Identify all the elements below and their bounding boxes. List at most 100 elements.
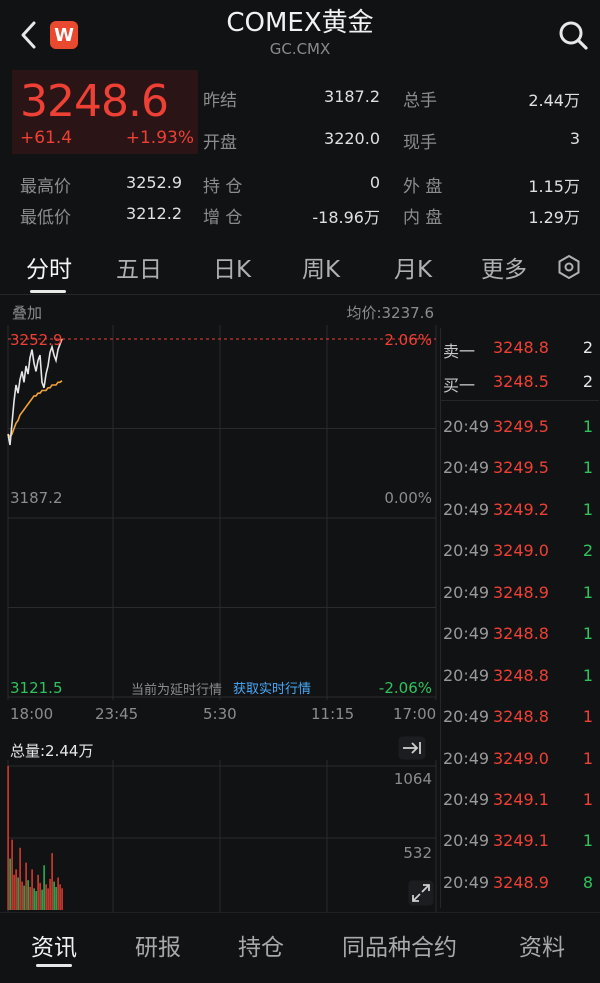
volume-max-label: 1064 [393,770,432,788]
trade-price: 3248.9 [493,873,549,892]
ask-price: 3248.8 [493,338,549,357]
volume-bar [15,869,17,910]
mid-pct-label: 0.00% [384,489,432,507]
bid-price: 3248.5 [493,372,549,391]
volume-bar [47,888,49,910]
volume-bar [51,853,53,910]
chart-period-tabs: 分时 五日 日K 周K 月K 更多 [0,238,600,295]
open-label: 开盘 [203,133,237,153]
tab-intraday[interactable]: 分时 [26,250,72,284]
volume-bar [19,847,21,910]
order-book-panel[interactable]: 卖一 3248.8 2 买一 3248.5 2 20:49 3249.5 1 20:… [440,328,600,908]
bottom-navigation: 资讯 研报 持仓 同品种合约 资料 [0,912,600,983]
volume-bar [49,878,51,910]
price-line [7,338,63,446]
volume-bar [21,881,23,910]
trade-row: 20:49 3249.1 1 [441,831,599,855]
volume-bar [35,891,37,910]
bid-qty: 2 [582,372,593,391]
trade-time: 20:49 [443,707,490,726]
trade-qty: 2 [582,541,593,560]
tab-monthly-k[interactable]: 月K [394,250,432,284]
volume-bar [9,858,11,910]
trade-time: 20:49 [443,624,490,643]
get-realtime-link[interactable]: 获取实时行情 [233,678,311,697]
trade-price: 3249.5 [493,458,549,477]
open-value: 3220.0 [324,129,380,148]
volume-bar [43,865,45,910]
volume-chart[interactable] [0,760,440,912]
expand-right-icon[interactable] [398,736,426,760]
trade-qty: 1 [582,417,593,436]
fullscreen-icon[interactable] [408,880,434,906]
nav-news[interactable]: 资讯 [31,928,77,962]
average-price: 均价:3237.6 [346,304,434,322]
trade-row: 20:49 3248.8 1 [441,666,599,690]
position-change-value: -18.96万 [312,208,380,227]
time-label-1: 23:45 [95,705,139,723]
bid-label: 买一 [443,376,476,395]
bottom-pct-label: -2.06% [378,679,432,697]
volume-bar [33,888,35,910]
low-label: 最低价 [20,208,71,228]
ask-label: 卖一 [443,342,476,361]
volume-bar [39,882,41,910]
tab-more[interactable]: 更多 [481,250,527,284]
volume-bar [31,869,33,910]
trade-row: 20:49 3249.2 1 [441,500,599,524]
tab-daily-k[interactable]: 日K [213,250,251,284]
page-title: COMEX黄金 [226,8,374,38]
nav-research[interactable]: 研报 [135,928,181,962]
volume-bar [23,885,25,910]
trade-row: 20:49 3249.5 1 [441,417,599,441]
trade-time: 20:49 [443,873,490,892]
trade-qty: 1 [582,583,593,602]
outer-label: 外 盘 [403,177,443,197]
search-icon[interactable] [556,18,590,52]
trade-price: 3248.9 [493,583,549,602]
high-value: 3252.9 [126,173,182,192]
prev-close-label: 昨结 [203,91,237,111]
nav-holdings[interactable]: 持仓 [238,928,284,962]
volume-bar [37,874,39,910]
trade-time: 20:49 [443,541,490,560]
bottom-price-label: 3121.5 [10,679,63,697]
trade-price: 3249.2 [493,500,549,519]
settings-gear-icon[interactable] [556,254,582,280]
volume-bar [55,886,57,910]
bid-row: 买一 3248.5 2 [441,372,599,396]
trade-price: 3248.8 [493,624,549,643]
prev-close-value: 3187.2 [324,87,380,106]
position-change-label: 增 仓 [203,208,243,228]
volume-bar [29,886,31,910]
trade-qty: 1 [582,624,593,643]
volume-bar [41,889,43,910]
tab-five-day[interactable]: 五日 [116,250,162,284]
ask-row: 卖一 3248.8 2 [441,338,599,362]
position-value: 0 [369,173,380,192]
time-label-2: 5:30 [203,705,237,723]
trade-time: 20:49 [443,666,490,685]
intraday-price-chart[interactable] [0,325,440,700]
volume-bar [57,877,59,910]
chart-grid [7,325,437,700]
trade-price: 3248.8 [493,666,549,685]
trade-row: 20:49 3249.5 1 [441,458,599,482]
volume-bar [53,881,55,910]
time-label-4: 17:00 [393,705,437,723]
position-label: 持 仓 [203,177,243,197]
trade-price: 3248.8 [493,707,549,726]
trade-qty: 1 [582,666,593,685]
volume-bar [7,766,9,910]
trade-time: 20:49 [443,790,490,809]
overlay-button[interactable]: 叠加 [12,302,42,323]
top-price-label: 3252.9 [10,331,63,349]
nav-profile[interactable]: 资料 [519,928,565,962]
last-price: 3248.6 [20,76,169,127]
nav-same-contracts[interactable]: 同品种合约 [342,928,457,962]
price-change: +61.4 [20,128,73,148]
trade-price: 3249.1 [493,831,549,850]
tab-weekly-k[interactable]: 周K [302,250,340,284]
volume-bar [27,880,29,910]
top-pct-label: 2.06% [384,331,432,349]
